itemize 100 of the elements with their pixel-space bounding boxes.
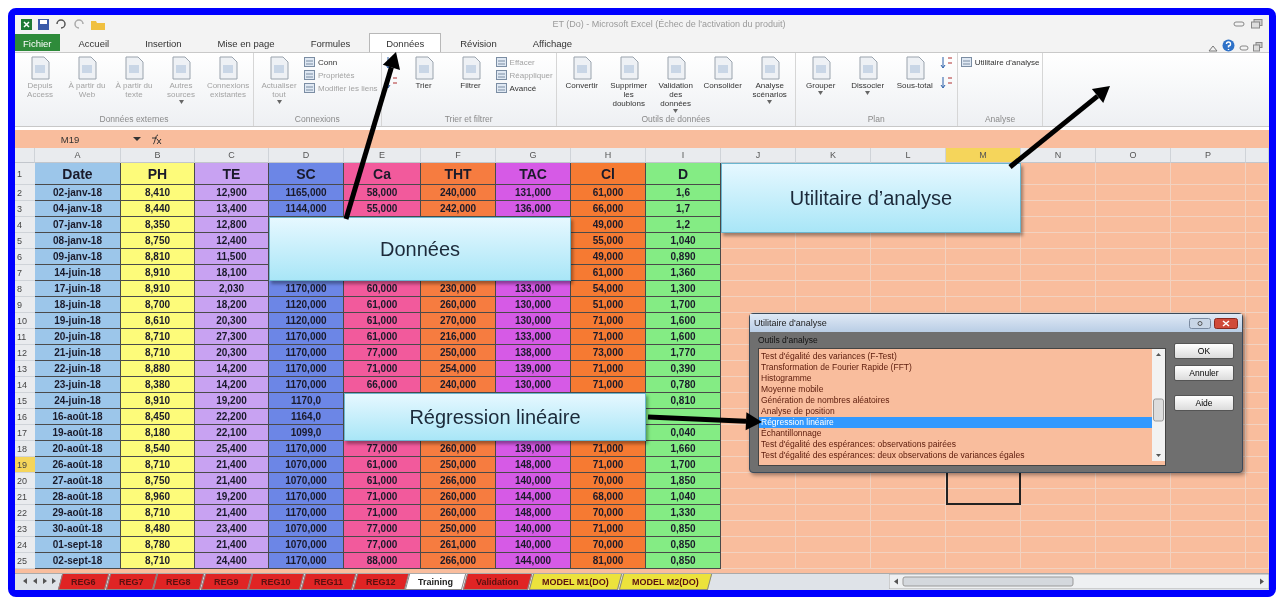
column-title: Date xyxy=(35,163,121,185)
row-header[interactable]: 18 xyxy=(15,441,35,457)
row-header[interactable]: 23 xyxy=(15,521,35,537)
name-box[interactable]: M19 xyxy=(15,131,125,147)
ribbon-button[interactable]: Validation des données xyxy=(653,55,698,114)
dialog-button[interactable]: Annuler xyxy=(1174,365,1234,381)
list-item[interactable]: Génération de nombres aléatoires xyxy=(759,395,1152,406)
row-header[interactable]: 12 xyxy=(15,345,35,361)
row-header[interactable]: 11 xyxy=(15,329,35,345)
column-header[interactable]: D xyxy=(269,148,344,163)
row-header[interactable]: 13 xyxy=(15,361,35,377)
list-item[interactable]: Moyenne mobile xyxy=(759,384,1152,395)
row-header[interactable]: 1 xyxy=(15,163,35,185)
column-header[interactable]: C xyxy=(195,148,269,163)
table-cell: 144,000 xyxy=(496,489,571,505)
sheet-tab[interactable]: MODEL M2(DO) xyxy=(618,574,712,590)
column-header[interactable]: F xyxy=(421,148,496,163)
header-corner[interactable] xyxy=(15,148,35,163)
row-header[interactable]: 22 xyxy=(15,505,35,521)
ribbon-button[interactable]: Utilitaire d'analyse xyxy=(960,57,1040,67)
column-header[interactable]: E xyxy=(344,148,421,163)
list-item[interactable]: Analyse de position xyxy=(759,406,1152,417)
list-item[interactable]: Test d'égalité des espérances: observations pairées xyxy=(759,439,1152,450)
ribbon-button[interactable]: Grouper xyxy=(798,55,843,96)
folder-icon xyxy=(91,18,105,30)
row-header[interactable]: 25 xyxy=(15,553,35,569)
row-header[interactable]: 3 xyxy=(15,201,35,217)
column-header[interactable]: K xyxy=(796,148,871,163)
ribbon-button[interactable]: Filtrer xyxy=(448,55,493,91)
sheet-tab[interactable]: Training xyxy=(405,574,467,590)
list-item[interactable]: Échantillonnage xyxy=(759,428,1152,439)
row-header[interactable]: 15 xyxy=(15,393,35,409)
ribbon-button[interactable]: Dissocier xyxy=(845,55,890,96)
table-cell: 71,000 xyxy=(571,521,646,537)
file-tab[interactable]: Fichier xyxy=(15,34,60,51)
column-header[interactable]: H xyxy=(571,148,646,163)
list-item[interactable]: Transformation de Fourier Rapide (FFT) xyxy=(759,362,1152,373)
list-item[interactable]: Test d'égalité des variances (F-Test) xyxy=(759,351,1152,362)
row-header[interactable]: 17 xyxy=(15,425,35,441)
ribbon-tab[interactable]: Révision xyxy=(443,33,514,52)
list-item[interactable]: Test d'égalité des espérances: deux observations de variances égales xyxy=(759,450,1152,461)
table-cell: 16-août-18 xyxy=(35,409,121,425)
column-header[interactable]: B xyxy=(121,148,195,163)
row-header[interactable]: 5 xyxy=(15,233,35,249)
column-header[interactable]: G xyxy=(496,148,571,163)
row-header[interactable]: 24 xyxy=(15,537,35,553)
table-cell: 242,000 xyxy=(421,201,496,217)
ribbon-button[interactable]: Sous-total xyxy=(892,55,937,91)
dialog-button[interactable]: Aide xyxy=(1174,395,1234,411)
column-header[interactable]: I xyxy=(646,148,721,163)
column-header[interactable]: L xyxy=(871,148,946,163)
column-header[interactable]: N xyxy=(1021,148,1096,163)
table-cell: 8,810 xyxy=(121,249,195,265)
row-header[interactable]: 10 xyxy=(15,313,35,329)
column-header[interactable]: J xyxy=(721,148,796,163)
column-header[interactable]: M xyxy=(946,148,1021,163)
table-cell: 250,000 xyxy=(421,457,496,473)
ribbon-button[interactable]: Consolider xyxy=(700,55,745,91)
ribbon-button[interactable]: Avancé xyxy=(495,83,553,93)
ribbon-button[interactable]: Trier xyxy=(401,55,446,91)
table-cell xyxy=(1246,537,1269,553)
table-cell: 8,750 xyxy=(121,233,195,249)
row-header[interactable]: 2 xyxy=(15,185,35,201)
ribbon-tab[interactable]: Insertion xyxy=(128,33,199,52)
column-title: PH xyxy=(121,163,195,185)
table-cell: 270,000 xyxy=(421,313,496,329)
column-header[interactable] xyxy=(1246,148,1269,163)
row-header[interactable]: 9 xyxy=(15,297,35,313)
table-cell: 1,040 xyxy=(646,489,721,505)
row-header[interactable]: 21 xyxy=(15,489,35,505)
ribbon-tab[interactable]: Affichage xyxy=(515,33,590,52)
table-cell: 1170,000 xyxy=(269,377,344,393)
column-header[interactable]: A xyxy=(35,148,121,163)
row-header[interactable]: 8 xyxy=(15,281,35,297)
list-box[interactable] xyxy=(758,348,1166,466)
ribbon-button[interactable]: Analyse scénarios xyxy=(747,55,792,105)
row-header[interactable]: 16 xyxy=(15,409,35,425)
dialog-button[interactable]: OK xyxy=(1174,343,1234,359)
column-header[interactable]: P xyxy=(1171,148,1246,163)
ribbon-tab[interactable]: Accueil xyxy=(61,33,127,52)
table-cell: 266,000 xyxy=(421,553,496,569)
column-title: Ca xyxy=(344,163,421,185)
row-header[interactable]: 14 xyxy=(15,377,35,393)
table-cell: 71,000 xyxy=(344,505,421,521)
row-header[interactable]: 7 xyxy=(15,265,35,281)
sheet-tab[interactable]: MODEL M1(DO) xyxy=(528,574,622,590)
ribbon-tab[interactable]: Formules xyxy=(293,33,368,52)
column-header[interactable]: O xyxy=(1096,148,1171,163)
ribbon-tab[interactable]: Données xyxy=(369,33,442,52)
list-item[interactable]: Histogramme xyxy=(759,373,1152,384)
row-header[interactable]: 4 xyxy=(15,217,35,233)
table-cell: 1165,000 xyxy=(269,185,344,201)
row-header[interactable]: 20 xyxy=(15,473,35,489)
ribbon-button[interactable]: Supprimer les doublons xyxy=(606,55,651,109)
row-header[interactable]: 6 xyxy=(15,249,35,265)
ribbon-tab[interactable]: Mise en page xyxy=(200,33,292,52)
ribbon-button[interactable]: Conn xyxy=(304,57,378,67)
ribbon-button[interactable]: Convertir xyxy=(559,55,604,91)
table-cell: 70,000 xyxy=(571,537,646,553)
row-header[interactable]: 19 xyxy=(15,457,35,473)
